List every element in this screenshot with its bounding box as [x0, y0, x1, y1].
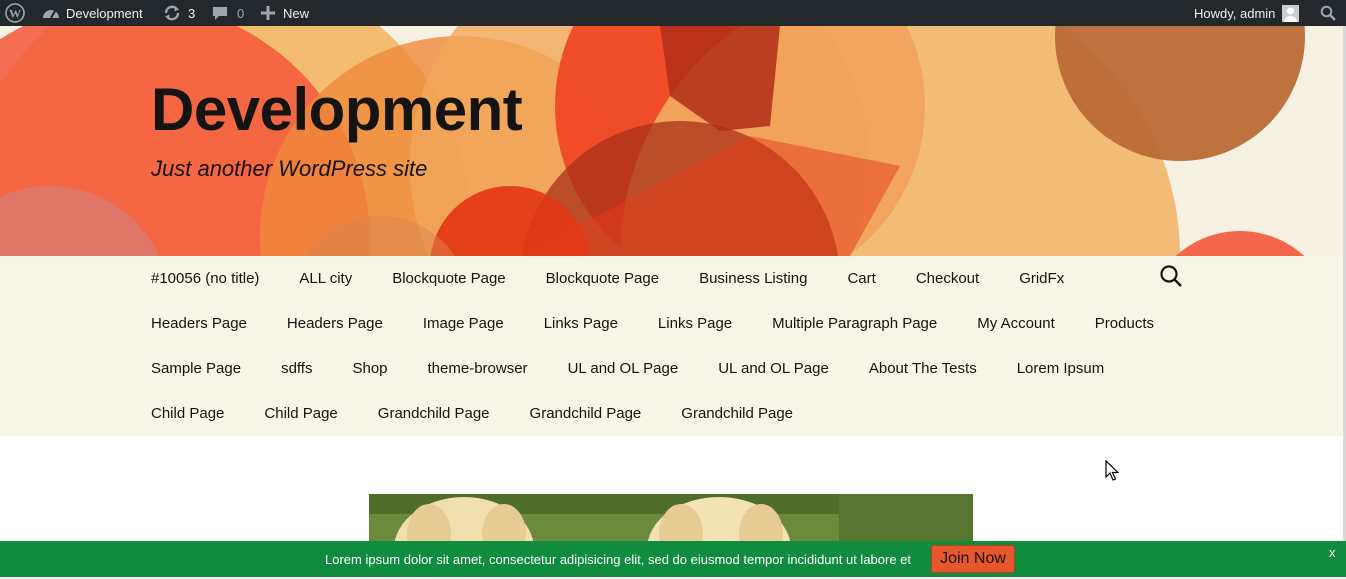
nav-item-headers-page[interactable]: Headers Page — [267, 301, 403, 346]
nav-row: Child Page Child Page Grandchild Page Gr… — [131, 391, 813, 436]
nav-item-child-page[interactable]: Child Page — [244, 391, 357, 436]
updates-menu[interactable]: 3 — [163, 0, 195, 26]
nav-row: Sample Page sdffs Shop theme-browser UL … — [131, 346, 1124, 391]
nav-item-products[interactable]: Products — [1075, 301, 1174, 346]
new-content-menu[interactable]: New — [261, 0, 309, 26]
nav-item-gridfx[interactable]: GridFx — [999, 256, 1084, 301]
nav-item-sdffs[interactable]: sdffs — [261, 346, 332, 391]
nav-item-image-page[interactable]: Image Page — [403, 301, 524, 346]
nav-item-blockquote-page[interactable]: Blockquote Page — [372, 256, 525, 301]
search-icon — [1320, 5, 1336, 21]
nav-item-sample-page[interactable]: Sample Page — [131, 346, 261, 391]
nav-item-all-city[interactable]: ALL city — [279, 256, 372, 301]
site-header: Development Just another WordPress site — [0, 26, 1346, 256]
notice-text: Lorem ipsum dolor sit amet, consectetur … — [325, 552, 912, 567]
nav-item-ul-and-ol-page[interactable]: UL and OL Page — [698, 346, 849, 391]
comments-count: 0 — [237, 5, 245, 21]
nav-item-checkout[interactable]: Checkout — [896, 256, 999, 301]
nav-item-grandchild-page[interactable]: Grandchild Page — [510, 391, 662, 436]
greeting-label: Howdy, admin — [1194, 5, 1276, 21]
promo-notice-bar: Lorem ipsum dolor sit amet, consectetur … — [0, 541, 1346, 577]
site-name-menu[interactable]: Development — [42, 0, 143, 26]
nav-item-links-page[interactable]: Links Page — [524, 301, 638, 346]
nav-item-about-the-tests[interactable]: About The Tests — [849, 346, 997, 391]
nav-item-10056-no-title[interactable]: #10056 (no title) — [131, 256, 279, 301]
svg-text:W: W — [9, 7, 21, 21]
featured-image[interactable] — [369, 494, 973, 541]
nav-item-shop[interactable]: Shop — [332, 346, 407, 391]
mouse-cursor — [1105, 459, 1120, 487]
comments-menu[interactable]: 0 — [212, 0, 244, 26]
my-account-menu[interactable]: Howdy, admin — [1194, 0, 1300, 26]
nav-item-business-listing[interactable]: Business Listing — [679, 256, 827, 301]
site-description: Just another WordPress site — [151, 156, 428, 181]
nav-item-links-page[interactable]: Links Page — [638, 301, 752, 346]
wordpress-icon: W — [5, 3, 25, 23]
comment-icon — [212, 5, 228, 21]
main-navigation: #10056 (no title) ALL city Blockquote Pa… — [0, 256, 1346, 436]
nav-item-headers-page[interactable]: Headers Page — [131, 301, 267, 346]
avatar — [1282, 4, 1300, 22]
nav-item-lorem-ipsum[interactable]: Lorem Ipsum — [997, 346, 1125, 391]
nav-item-grandchild-page[interactable]: Grandchild Page — [661, 391, 813, 436]
admin-bar: W Development 3 0 New Howdy, admin — [0, 0, 1346, 26]
search-icon — [1159, 264, 1183, 293]
join-now-button[interactable]: Join Now — [931, 545, 1015, 573]
nav-item-ul-and-ol-page[interactable]: UL and OL Page — [548, 346, 699, 391]
site-title[interactable]: Development — [151, 80, 523, 140]
plus-icon — [261, 6, 275, 20]
nav-item-my-account[interactable]: My Account — [957, 301, 1075, 346]
close-notice-button[interactable]: x — [1329, 545, 1336, 560]
site-name-label: Development — [66, 5, 143, 21]
puppies-image — [369, 494, 973, 541]
nav-item-child-page[interactable]: Child Page — [131, 391, 244, 436]
nav-item-blockquote-page[interactable]: Blockquote Page — [526, 256, 679, 301]
new-label: New — [283, 5, 310, 21]
nav-row: Headers Page Headers Page Image Page Lin… — [131, 301, 1174, 346]
nav-search-button[interactable] — [1152, 259, 1190, 297]
wordpress-logo-menu[interactable]: W — [5, 0, 25, 26]
dashboard-icon — [42, 5, 60, 21]
nav-item-multiple-paragraph-page[interactable]: Multiple Paragraph Page — [752, 301, 957, 346]
nav-item-cart[interactable]: Cart — [827, 256, 895, 301]
updates-icon — [163, 4, 181, 22]
updates-count: 3 — [188, 5, 196, 21]
nav-item-theme-browser[interactable]: theme-browser — [408, 346, 548, 391]
nav-row: #10056 (no title) ALL city Blockquote Pa… — [131, 256, 1084, 301]
adminbar-search-button[interactable] — [1320, 0, 1336, 26]
nav-item-grandchild-page[interactable]: Grandchild Page — [358, 391, 510, 436]
